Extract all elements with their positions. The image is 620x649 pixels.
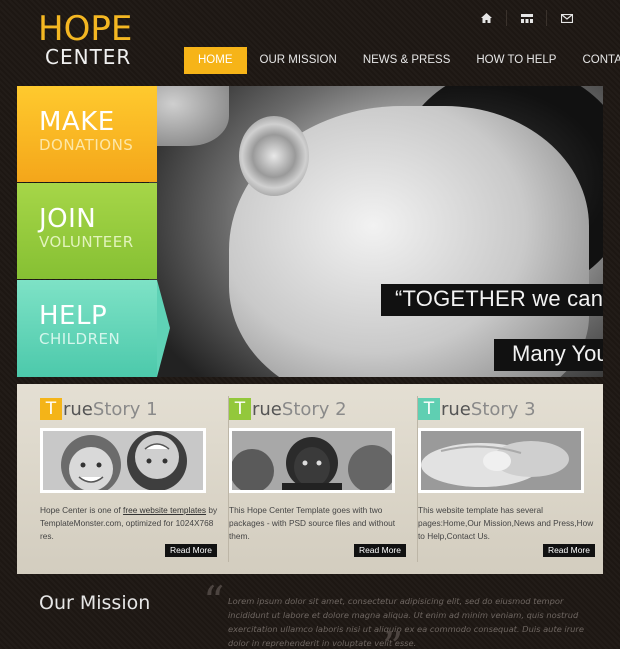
tile-subtitle: VOLUNTEER bbox=[39, 233, 134, 251]
hero-quote-line-2: Many Young LIVES” bbox=[494, 339, 603, 371]
story-title-word: Story 3 bbox=[470, 398, 536, 420]
our-mission-heading: Our Mission bbox=[39, 592, 151, 614]
story-badge: T bbox=[229, 398, 251, 420]
nav-how-to-help[interactable]: HOW TO HELP bbox=[463, 47, 569, 74]
story-text: This Hope Center Template goes with two … bbox=[229, 505, 396, 541]
nav-home[interactable]: HOME bbox=[184, 47, 247, 74]
story-title-rest: rue bbox=[63, 398, 93, 420]
nav-our-mission[interactable]: OUR MISSION bbox=[247, 47, 350, 74]
home-icon[interactable] bbox=[466, 10, 506, 26]
story-title[interactable]: True Story 3 bbox=[418, 398, 536, 420]
tile-title: HELP bbox=[39, 301, 108, 331]
sitemap-icon[interactable] bbox=[506, 10, 546, 26]
story-text: Hope Center is one of free website templ… bbox=[40, 504, 218, 543]
tile-subtitle: CHILDREN bbox=[39, 330, 121, 348]
make-donations-tile[interactable]: MAKE DONATIONS bbox=[17, 86, 157, 182]
story-text-part: Hope Center is one of bbox=[40, 505, 124, 515]
free-templates-link[interactable]: free website templates bbox=[123, 505, 206, 515]
true-story-1: True Story 1 Hope Center is one of free w… bbox=[40, 384, 229, 574]
read-more-button[interactable]: Read More bbox=[164, 544, 217, 557]
true-story-2: True Story 2 This Hope Center Template go… bbox=[229, 384, 418, 574]
tile-subtitle: DONATIONS bbox=[39, 136, 134, 154]
logo-line-1: HOPE bbox=[38, 9, 133, 49]
main-nav: HOME OUR MISSION NEWS & PRESS HOW TO HEL… bbox=[184, 47, 620, 74]
close-quote-icon: ” bbox=[382, 623, 404, 649]
join-volunteer-tile[interactable]: JOIN VOLUNTEER bbox=[17, 183, 157, 279]
story-title-word: Story 1 bbox=[92, 398, 158, 420]
top-icon-bar bbox=[466, 10, 586, 26]
story-photo-two-kids[interactable] bbox=[40, 428, 206, 493]
story-title[interactable]: True Story 2 bbox=[229, 398, 347, 420]
mail-icon[interactable] bbox=[546, 10, 586, 26]
story-photo-child[interactable] bbox=[229, 428, 395, 493]
hero-banner: “TOGETHER we can CHANGE Many Young LIVES… bbox=[17, 86, 603, 377]
tile-title: MAKE bbox=[39, 107, 115, 137]
story-badge: T bbox=[418, 398, 440, 420]
story-title-word: Story 2 bbox=[281, 398, 347, 420]
hero-photo-hand bbox=[149, 86, 229, 146]
help-children-tile[interactable]: HELP CHILDREN bbox=[17, 280, 170, 377]
flower-icon bbox=[239, 116, 309, 196]
hero-photo-child-with-flower: “TOGETHER we can CHANGE Many Young LIVES… bbox=[149, 86, 603, 377]
read-more-button[interactable]: Read More bbox=[353, 544, 406, 557]
story-title[interactable]: True Story 1 bbox=[40, 398, 158, 420]
true-stories-section: True Story 1 Hope Center is one of free w… bbox=[17, 384, 603, 574]
tile-title: JOIN bbox=[39, 204, 97, 234]
open-quote-icon: “ bbox=[203, 577, 225, 626]
read-more-button[interactable]: Read More bbox=[542, 544, 595, 557]
story-photo-hands[interactable] bbox=[418, 428, 584, 493]
story-text: This website template has several pages:… bbox=[418, 505, 594, 541]
story-title-rest: rue bbox=[441, 398, 471, 420]
true-story-3: True Story 3 This website template has se… bbox=[418, 384, 598, 574]
hero-quote-line-1: “TOGETHER we can CHANGE bbox=[381, 284, 603, 316]
story-title-rest: rue bbox=[252, 398, 282, 420]
logo[interactable]: HOPE CENTER bbox=[38, 12, 132, 68]
logo-line-2: CENTER bbox=[45, 45, 132, 69]
nav-contact[interactable]: CONTACT bbox=[569, 47, 620, 74]
mission-text: Lorem ipsum dolor sit amet, consectetur … bbox=[228, 596, 584, 648]
nav-news-press[interactable]: NEWS & PRESS bbox=[350, 47, 464, 74]
story-badge: T bbox=[40, 398, 62, 420]
